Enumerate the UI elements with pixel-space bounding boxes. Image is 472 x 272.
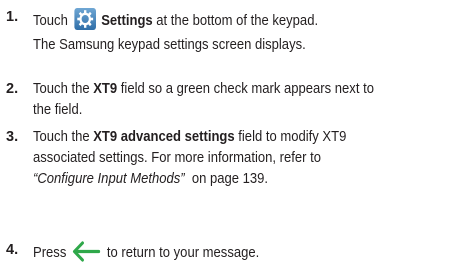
step-2-line-1: Touch the XT9 field so a green check mar… — [33, 80, 374, 98]
step-2-xt9: XT9 — [93, 81, 118, 97]
configure-input-methods-link[interactable]: “Configure Input Methods” — [33, 171, 185, 187]
step-3-page-ref: on page 139. — [184, 171, 269, 187]
step-1-settings-label: Settings — [101, 13, 153, 29]
step-2-text-a: Touch the — [33, 81, 94, 97]
step-4-press: Press — [33, 245, 67, 261]
settings-gear-icon — [74, 8, 96, 30]
instruction-page: 1. Touch Settings at the bottom of the k… — [0, 0, 472, 272]
step-2-line-2: the field. — [33, 102, 83, 118]
step-1-rest: at the bottom of the keypad. — [152, 13, 319, 29]
step-4-text: Press to return to your message. — [33, 241, 259, 262]
step-1-touch: Touch — [33, 13, 68, 29]
step-2-number: 2. — [6, 81, 19, 97]
step-2-text-b: field so a green check mark appears next… — [117, 81, 374, 97]
step-3-number: 3. — [6, 129, 19, 145]
step-3-line-1: Touch the XT9 advanced settings field to… — [33, 128, 346, 146]
step-4-number: 4. — [6, 242, 19, 258]
step-3-line-2: associated settings. For more informatio… — [33, 150, 321, 166]
step-3-text-a: Touch the — [33, 129, 94, 145]
step-1-text: Touch Settings at the bottom of the keyp… — [33, 8, 318, 30]
step-1-note: The Samsung keypad settings screen displ… — [33, 37, 306, 53]
step-3-text-b: field to modify XT9 — [234, 129, 347, 145]
step-3-line-3: “Configure Input Methods” on page 139. — [33, 170, 268, 188]
step-3-xt9-advanced: XT9 advanced settings — [93, 129, 235, 145]
step-4-rest: to return to your message. — [103, 245, 260, 261]
step-1-number: 1. — [6, 9, 19, 25]
back-arrow-icon — [72, 241, 101, 262]
